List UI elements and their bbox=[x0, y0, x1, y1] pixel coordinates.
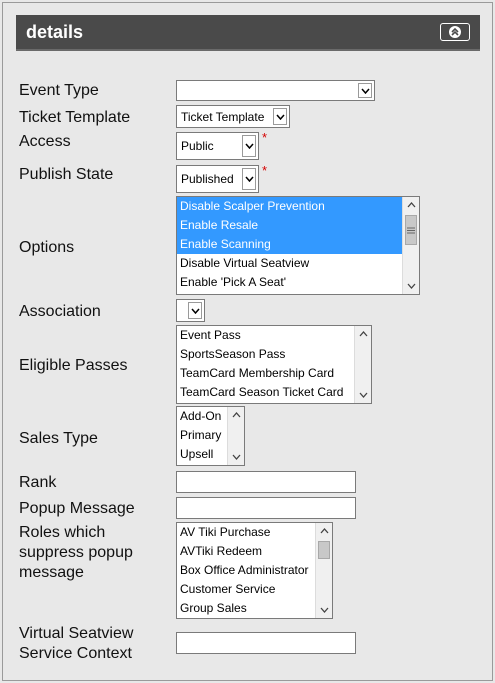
chevron-up-icon[interactable] bbox=[316, 523, 332, 539]
list-item[interactable]: Group Sales bbox=[177, 599, 332, 618]
publish-state-required-marker: * bbox=[262, 163, 268, 178]
eligible-passes-listbox[interactable]: Event Pass SportsSeason Pass TeamCard Me… bbox=[176, 325, 372, 404]
chevron-down-icon bbox=[188, 302, 202, 319]
publish-state-select[interactable]: Published bbox=[176, 165, 259, 193]
roles-label-line3: message bbox=[19, 564, 84, 581]
ticket-template-label: Ticket Template bbox=[19, 109, 131, 126]
roles-label-line1: Roles which bbox=[19, 524, 106, 541]
access-required-marker: * bbox=[262, 130, 268, 145]
chevron-up-icon[interactable] bbox=[355, 326, 371, 342]
eligible-passes-label: Eligible Passes bbox=[19, 357, 128, 374]
event-type-select[interactable] bbox=[176, 80, 375, 101]
association-select[interactable] bbox=[176, 299, 205, 322]
ticket-template-value: Ticket Template bbox=[181, 109, 265, 124]
collapse-up-icon bbox=[449, 26, 461, 38]
list-item[interactable]: Enable 'Pick A Seat' bbox=[177, 273, 419, 292]
list-item[interactable]: TeamCard Season Ticket Card bbox=[177, 383, 371, 402]
access-label: Access bbox=[19, 133, 71, 150]
chevron-up-icon[interactable] bbox=[228, 407, 244, 423]
rank-label: Rank bbox=[19, 474, 57, 491]
rank-input[interactable] bbox=[176, 471, 356, 493]
ticket-template-select[interactable]: Ticket Template bbox=[176, 105, 290, 128]
chevron-down-icon bbox=[242, 135, 256, 157]
collapse-button[interactable] bbox=[440, 23, 470, 41]
scrollbar-thumb[interactable] bbox=[405, 215, 417, 245]
scrollbar[interactable] bbox=[354, 326, 371, 403]
list-item[interactable]: Customer Service bbox=[177, 580, 332, 599]
list-item[interactable]: Enable Scanning bbox=[177, 235, 419, 254]
roles-listbox[interactable]: AV Tiki Purchase AVTiki Redeem Box Offic… bbox=[176, 522, 333, 619]
access-select[interactable]: Public bbox=[176, 132, 259, 160]
chevron-down-icon bbox=[242, 168, 256, 190]
chevron-up-icon[interactable] bbox=[403, 197, 419, 213]
popup-message-label: Popup Message bbox=[19, 500, 135, 517]
list-item[interactable]: Disable Scalper Prevention bbox=[177, 197, 419, 216]
list-item[interactable]: Box Office Administrator bbox=[177, 561, 332, 580]
virtual-seatview-input[interactable] bbox=[176, 632, 356, 654]
roles-label-line2: suppress popup bbox=[19, 544, 133, 561]
scrollbar[interactable] bbox=[315, 523, 332, 618]
details-header: details bbox=[16, 15, 480, 51]
virtual-seatview-label-line2: Service Context bbox=[19, 645, 132, 662]
options-listbox[interactable]: Disable Scalper Prevention Enable Resale… bbox=[176, 196, 420, 295]
list-item[interactable]: SportsSeason Pass bbox=[177, 345, 371, 364]
list-item[interactable]: TeamCard Membership Card bbox=[177, 364, 371, 383]
association-label: Association bbox=[19, 303, 101, 320]
popup-message-input[interactable] bbox=[176, 497, 356, 519]
access-value: Public bbox=[181, 139, 214, 153]
chevron-down-icon[interactable] bbox=[228, 449, 244, 465]
list-item[interactable]: AVTiki Redeem bbox=[177, 542, 332, 561]
sales-type-listbox[interactable]: Add-On Primary Upsell bbox=[176, 406, 245, 466]
options-label: Options bbox=[19, 239, 75, 256]
list-item[interactable]: Enable Resale bbox=[177, 216, 419, 235]
chevron-down-icon[interactable] bbox=[403, 278, 419, 294]
scrollbar[interactable] bbox=[227, 407, 244, 465]
header-title: details bbox=[26, 22, 84, 42]
chevron-down-icon bbox=[358, 83, 372, 98]
sales-type-label: Sales Type bbox=[19, 430, 98, 447]
scrollbar[interactable] bbox=[402, 197, 419, 294]
list-item[interactable]: AV Tiki Purchase bbox=[177, 523, 332, 542]
chevron-down-icon bbox=[273, 108, 287, 125]
publish-state-label: Publish State bbox=[19, 166, 114, 183]
chevron-down-icon[interactable] bbox=[355, 387, 371, 403]
list-item[interactable]: Disable Virtual Seatview bbox=[177, 254, 419, 273]
scrollbar-thumb[interactable] bbox=[318, 541, 330, 559]
chevron-down-icon[interactable] bbox=[316, 602, 332, 618]
event-type-label: Event Type bbox=[19, 82, 99, 99]
list-item[interactable]: Event Pass bbox=[177, 326, 371, 345]
publish-state-value: Published bbox=[181, 172, 234, 186]
virtual-seatview-label-line1: Virtual Seatview bbox=[19, 625, 134, 642]
